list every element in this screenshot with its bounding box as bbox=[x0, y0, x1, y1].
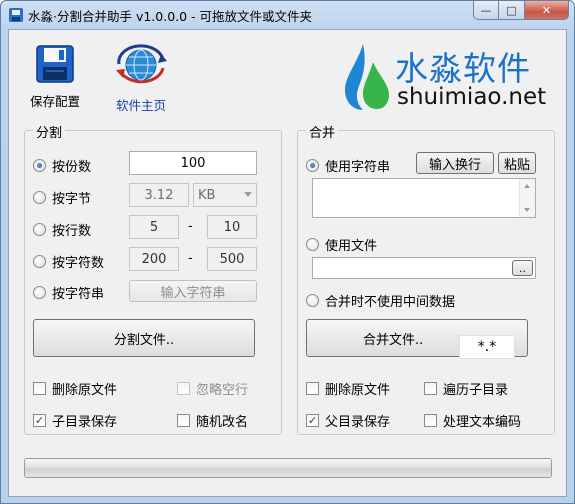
split-by-string-option[interactable]: 按字符串 bbox=[33, 283, 104, 302]
input-newline-button[interactable]: 输入换行 bbox=[416, 152, 494, 174]
ignore-blank-lines-label: 忽略空行 bbox=[196, 383, 249, 398]
merge-use-string-label: 使用字符串 bbox=[325, 160, 391, 175]
homepage-link[interactable]: 软件主页 bbox=[101, 42, 181, 114]
merge-delete-source-option[interactable]: 删除原文件 bbox=[306, 379, 390, 398]
lines-from-input[interactable]: 5 bbox=[129, 215, 179, 239]
merge-no-temp-label: 合并时不使用中间数据 bbox=[325, 295, 456, 310]
maximize-button[interactable]: □ bbox=[499, 1, 525, 20]
split-by-lines-radio[interactable] bbox=[33, 223, 46, 236]
split-by-parts-option[interactable]: 按份数 bbox=[33, 156, 91, 175]
split-group-title: 分割 bbox=[33, 122, 66, 141]
input-string-button[interactable]: 输入字符串 bbox=[129, 280, 257, 302]
split-delete-source-option[interactable]: 删除原文件 bbox=[33, 379, 117, 398]
paste-button[interactable]: 粘贴 bbox=[498, 152, 536, 174]
bytes-size-input[interactable]: 3.12 bbox=[129, 183, 189, 207]
save-config-label: 保存配置 bbox=[29, 94, 80, 109]
lines-range-separator: - bbox=[188, 219, 193, 234]
parent-dir-save-option[interactable]: ✓ 父目录保存 bbox=[306, 411, 390, 430]
scroll-down-icon[interactable] bbox=[524, 208, 530, 212]
merge-group-title: 合并 bbox=[306, 122, 339, 141]
split-by-string-radio[interactable] bbox=[33, 286, 46, 299]
parent-dir-save-label: 父目录保存 bbox=[325, 415, 391, 430]
browse-file-button[interactable]: .. bbox=[512, 260, 533, 276]
split-by-parts-radio[interactable] bbox=[33, 159, 46, 172]
close-button[interactable]: ✕ bbox=[525, 1, 569, 20]
water-drop-logo-icon bbox=[345, 44, 389, 110]
bytes-unit-value: KB bbox=[198, 187, 216, 203]
bytes-unit-select[interactable]: KB bbox=[193, 183, 257, 207]
scroll-up-icon[interactable] bbox=[524, 184, 530, 188]
save-config-button[interactable]: 保存配置 bbox=[23, 44, 87, 110]
subdir-save-checkbox[interactable]: ✓ bbox=[33, 414, 46, 427]
parent-dir-save-checkbox[interactable]: ✓ bbox=[306, 414, 319, 427]
subdir-save-label: 子目录保存 bbox=[52, 415, 118, 430]
split-by-chars-option[interactable]: 按字符数 bbox=[33, 252, 104, 271]
split-by-parts-label: 按份数 bbox=[52, 160, 92, 175]
text-encoding-checkbox[interactable] bbox=[424, 414, 437, 427]
merge-group: 合并 使用字符串 输入换行 粘贴 使用文件 .. 合并时不使用中间数据 合并文件… bbox=[297, 122, 555, 435]
minimize-icon: — bbox=[480, 3, 492, 17]
close-icon: ✕ bbox=[541, 3, 552, 17]
walk-subdirs-option[interactable]: 遍历子目录 bbox=[424, 379, 508, 398]
parts-count-input[interactable]: 100 bbox=[129, 151, 257, 175]
maximize-icon: □ bbox=[506, 3, 517, 17]
title-bar[interactable]: 水淼·分割合并助手 v1.0.0.0 - 可拖放文件或文件夹 — □ ✕ bbox=[1, 1, 574, 29]
merge-file-pattern-input[interactable]: *.* bbox=[459, 335, 515, 359]
floppy-disk-icon bbox=[36, 45, 74, 83]
split-by-bytes-option[interactable]: 按字节 bbox=[33, 188, 91, 207]
brand-url: shuimiao.net bbox=[397, 84, 547, 110]
split-file-button[interactable]: 分割文件.. bbox=[33, 319, 255, 357]
merge-delete-source-label: 删除原文件 bbox=[325, 383, 391, 398]
split-by-bytes-label: 按字节 bbox=[52, 192, 92, 207]
merge-delete-source-checkbox[interactable] bbox=[306, 382, 319, 395]
app-window: 水淼·分割合并助手 v1.0.0.0 - 可拖放文件或文件夹 — □ ✕ 保存配… bbox=[0, 0, 575, 504]
split-delete-source-checkbox[interactable] bbox=[33, 382, 46, 395]
homepage-label: 软件主页 bbox=[115, 98, 166, 113]
window-title: 水淼·分割合并助手 v1.0.0.0 - 可拖放文件或文件夹 bbox=[28, 9, 313, 24]
separator-string-textarea[interactable] bbox=[312, 178, 536, 218]
minimize-button[interactable]: — bbox=[473, 1, 499, 20]
brand-name: 水淼软件 bbox=[395, 49, 531, 88]
progress-bar bbox=[24, 458, 552, 478]
textarea-scrollbar[interactable] bbox=[519, 179, 535, 217]
text-encoding-label: 处理文本编码 bbox=[443, 415, 522, 430]
ignore-blank-lines-checkbox[interactable] bbox=[177, 382, 190, 395]
split-by-chars-radio[interactable] bbox=[33, 255, 46, 268]
window-controls: — □ ✕ bbox=[473, 1, 569, 21]
split-by-chars-label: 按字符数 bbox=[52, 256, 105, 271]
chars-to-input[interactable]: 500 bbox=[207, 247, 257, 271]
merge-no-temp-radio[interactable] bbox=[306, 294, 319, 307]
lines-to-input[interactable]: 10 bbox=[207, 215, 257, 239]
split-by-lines-label: 按行数 bbox=[52, 224, 92, 239]
split-by-bytes-radio[interactable] bbox=[33, 191, 46, 204]
split-by-lines-option[interactable]: 按行数 bbox=[33, 220, 91, 239]
brand-logo: 水淼软件 shuimiao.net bbox=[343, 38, 553, 116]
chars-from-input[interactable]: 200 bbox=[129, 247, 179, 271]
merge-use-file-label: 使用文件 bbox=[325, 239, 378, 254]
merge-use-file-radio[interactable] bbox=[306, 238, 319, 251]
walk-subdirs-label: 遍历子目录 bbox=[443, 383, 509, 398]
ignore-blank-lines-option[interactable]: 忽略空行 bbox=[177, 379, 248, 398]
app-icon bbox=[9, 8, 23, 22]
merge-no-temp-option[interactable]: 合并时不使用中间数据 bbox=[306, 291, 455, 310]
globe-icon bbox=[116, 44, 167, 84]
walk-subdirs-checkbox[interactable] bbox=[424, 382, 437, 395]
split-delete-source-label: 删除原文件 bbox=[52, 383, 118, 398]
separator-file-input[interactable] bbox=[312, 257, 536, 279]
merge-use-string-radio[interactable] bbox=[306, 159, 319, 172]
random-rename-option[interactable]: 随机改名 bbox=[177, 411, 248, 430]
merge-use-file-option[interactable]: 使用文件 bbox=[306, 235, 377, 254]
chevron-down-icon bbox=[244, 192, 252, 197]
main-panel: 保存配置 软件主页 水淼软件 shuimiao.net 分割 按份数 100 按… bbox=[8, 29, 567, 497]
subdir-save-option[interactable]: ✓ 子目录保存 bbox=[33, 411, 117, 430]
split-group: 分割 按份数 100 按字节 3.12 KB 按行数 5 - 10 按字符数 2… bbox=[24, 122, 282, 435]
random-rename-label: 随机改名 bbox=[196, 415, 249, 430]
random-rename-checkbox[interactable] bbox=[177, 414, 190, 427]
merge-use-string-option[interactable]: 使用字符串 bbox=[306, 156, 390, 175]
split-by-string-label: 按字符串 bbox=[52, 287, 105, 302]
text-encoding-option[interactable]: 处理文本编码 bbox=[424, 411, 521, 430]
chars-range-separator: - bbox=[188, 251, 193, 266]
